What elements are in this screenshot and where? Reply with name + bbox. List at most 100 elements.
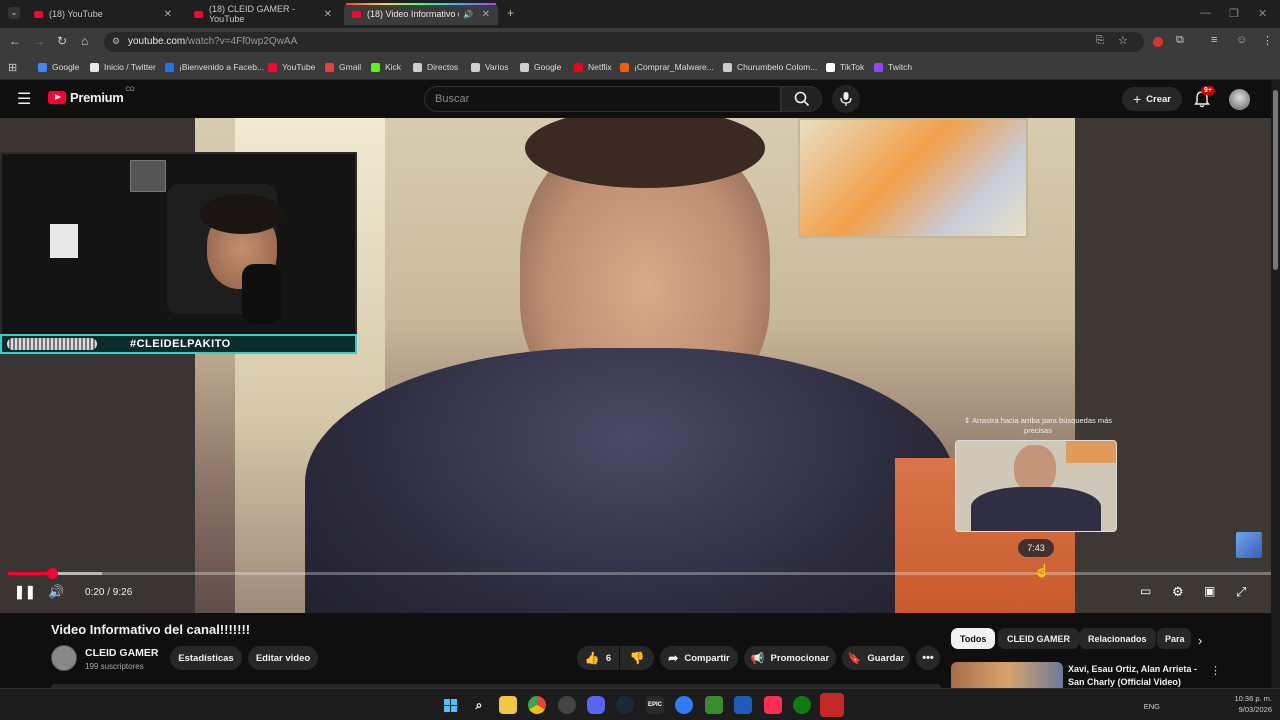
close-window-icon[interactable]: ✕ <box>1258 7 1267 20</box>
drag-hint-icon: ⇕ <box>963 416 972 425</box>
channel-watermark[interactable] <box>1236 532 1262 558</box>
tab-search-icon[interactable]: ⌄ <box>8 7 20 19</box>
channel-avatar[interactable] <box>51 645 77 671</box>
bookmark-10[interactable]: ¡Comprar_Malware... <box>620 62 714 72</box>
media-player-icon[interactable] <box>675 696 693 714</box>
extensions-puzzle-icon[interactable]: ⧉ <box>1176 34 1184 47</box>
epic-games-icon[interactable]: EPIC <box>646 696 664 714</box>
edit-label: Editar video <box>255 652 311 664</box>
chip-3[interactable]: Para <box>1157 628 1191 649</box>
chevron-right-icon[interactable]: › <box>1198 633 1202 648</box>
progress-bar[interactable] <box>8 568 1272 579</box>
bookmark-8[interactable]: Google <box>520 62 561 72</box>
home-icon[interactable]: ⌂ <box>81 34 88 48</box>
windows-start-icon[interactable] <box>441 696 459 714</box>
new-tab-icon[interactable]: + <box>507 6 514 20</box>
system-tray[interactable]: ENG 10:36 p. m. 9/03/2026 <box>1144 693 1272 715</box>
maximize-icon[interactable]: ❐ <box>1229 7 1239 20</box>
tab-label: (18) CLEID GAMER - YouTube <box>209 4 296 24</box>
save-button[interactable]: 🔖 Guardar <box>842 646 910 670</box>
drag-hint-text: Arrastra hacia arriba para búsquedas más… <box>971 416 1113 435</box>
like-button[interactable]: 👍 6 <box>577 646 619 670</box>
tab-youtube[interactable]: (18) YouTube ✕ <box>26 3 180 25</box>
xbox-icon[interactable] <box>793 696 811 714</box>
youtube-premium-logo[interactable]: Premium CO <box>48 87 135 105</box>
search-input[interactable] <box>424 86 781 112</box>
app-blue-icon[interactable] <box>734 696 752 714</box>
stats-button[interactable]: Estadísticas <box>170 646 242 670</box>
file-explorer-icon[interactable] <box>499 696 517 714</box>
bookmark-icon: 🔖 <box>847 652 862 665</box>
channel-name[interactable]: CLEID GAMER <box>85 647 159 659</box>
back-icon[interactable]: ← <box>9 34 21 48</box>
chip-2[interactable]: Relacionados <box>1079 628 1156 649</box>
site-info-icon[interactable]: ⚙ <box>112 36 120 47</box>
share-button[interactable]: ➦ Compartir <box>660 646 738 670</box>
scrollbar-thumb[interactable] <box>1273 90 1278 270</box>
avatar[interactable] <box>1229 89 1250 110</box>
subtitles-icon[interactable]: ▭ <box>1140 584 1151 598</box>
install-app-icon[interactable]: ⎘ <box>1096 35 1104 46</box>
bookmark-2[interactable]: ¡Bienvenido a Faceb... <box>165 62 264 72</box>
tab-cleid-gamer[interactable]: (18) CLEID GAMER - YouTube ✕ <box>186 3 340 25</box>
voice-search-button[interactable] <box>832 85 860 113</box>
address-bar[interactable]: ⚙ youtube.com/watch?v=4Ff0wp2QwAA ⎘ ☆ <box>104 32 1144 52</box>
dislike-button[interactable]: 👎 <box>620 646 654 670</box>
extension-red-icon[interactable] <box>1153 37 1163 47</box>
recommended-video-title[interactable]: Xavi, Esau Ortiz, Alan Arrieta - San Cha… <box>1068 663 1198 689</box>
bookmark-3[interactable]: YouTube <box>268 62 315 72</box>
recording-app-icon[interactable] <box>820 693 844 717</box>
bookmark-11[interactable]: Churumbelo Colom... <box>723 62 817 72</box>
x-icon <box>90 62 99 72</box>
bookmark-5[interactable]: Kick <box>371 62 401 72</box>
discord-icon[interactable] <box>587 696 605 714</box>
screenshot-tool-icon[interactable] <box>558 696 576 714</box>
tab-video-informativo[interactable]: (18) Video Informativo del 🔊 ✕ <box>344 3 498 25</box>
bookmark-6[interactable]: Directos <box>413 62 458 72</box>
bookmark-12[interactable]: TikTok <box>826 62 864 72</box>
tiktok-app-icon[interactable] <box>764 696 782 714</box>
bookmark-4[interactable]: Gmail <box>325 62 361 72</box>
search-icon <box>794 91 810 107</box>
pause-icon[interactable]: ❚❚ <box>14 584 36 600</box>
chrome-icon[interactable] <box>528 696 546 714</box>
edit-video-button[interactable]: Editar video <box>248 646 318 670</box>
notifications-button[interactable]: 9+ <box>1192 86 1215 109</box>
apps-grid-icon[interactable]: ⊞ <box>8 61 17 74</box>
bookmark-9[interactable]: Netflix <box>574 62 612 72</box>
settings-gear-icon[interactable]: ⚙ <box>1172 584 1184 600</box>
minimize-icon[interactable]: — <box>1200 7 1211 19</box>
wall-poster <box>798 118 1028 238</box>
chip-1[interactable]: CLEID GAMER <box>998 628 1079 649</box>
create-button[interactable]: + Crear <box>1122 87 1182 111</box>
bookmark-star-icon[interactable]: ☆ <box>1118 34 1128 47</box>
fullscreen-icon[interactable]: ⤢ <box>1236 584 1246 600</box>
taskbar-search-icon[interactable]: ⌕ <box>470 696 488 714</box>
profile-icon[interactable]: ☺ <box>1236 34 1247 46</box>
page-scrollbar[interactable] <box>1271 80 1280 690</box>
bookmark-1[interactable]: Inicio / Twitter <box>90 62 156 72</box>
minecraft-icon[interactable] <box>705 696 723 714</box>
close-tab-icon[interactable]: ✕ <box>324 9 332 20</box>
hamburger-menu-icon[interactable]: ☰ <box>17 89 31 109</box>
reload-icon[interactable]: ↻ <box>57 34 67 48</box>
more-actions-button[interactable]: ••• <box>916 646 940 670</box>
scrubber-handle[interactable] <box>47 568 59 579</box>
close-tab-icon[interactable]: ✕ <box>164 9 172 20</box>
reading-list-icon[interactable]: ≡ <box>1211 34 1217 46</box>
chip-0[interactable]: Todos <box>951 628 996 649</box>
bookmark-0[interactable]: Google <box>38 62 79 72</box>
theater-mode-icon[interactable]: ▣ <box>1204 584 1215 598</box>
close-tab-icon[interactable]: ✕ <box>482 9 490 20</box>
bookmark-7[interactable]: Varios <box>471 62 508 72</box>
volume-icon[interactable]: 🔊 <box>48 584 64 600</box>
video-player[interactable]: #CLEIDELPAKITO ⇕ Arrastra hacia arriba p… <box>0 118 1280 613</box>
search-button[interactable] <box>781 86 822 112</box>
promote-button[interactable]: 📢 Promocionar <box>744 646 836 670</box>
speaker-icon[interactable]: 🔊 <box>463 10 473 19</box>
steam-icon[interactable] <box>616 696 634 714</box>
menu-kebab-icon[interactable]: ⋮ <box>1262 34 1273 47</box>
bookmark-13[interactable]: Twitch <box>874 62 912 72</box>
forward-icon[interactable]: → <box>33 34 45 48</box>
rec-more-icon[interactable]: ⋮ <box>1210 664 1221 677</box>
